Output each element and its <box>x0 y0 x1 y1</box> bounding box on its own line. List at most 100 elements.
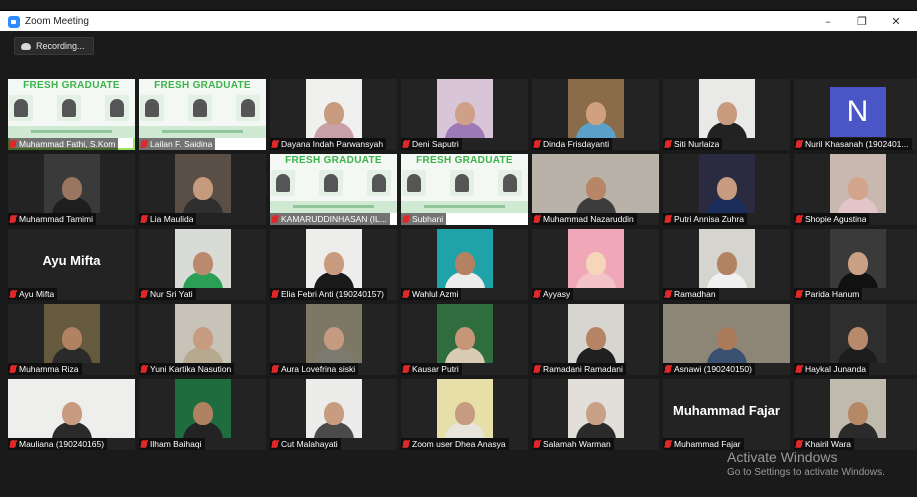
participant-tile[interactable]: Asnawi (190240150) <box>663 304 790 375</box>
participant-tile[interactable]: Ramadani Ramadani <box>532 304 659 375</box>
mic-muted-icon <box>272 440 278 448</box>
restore-button[interactable]: ❐ <box>845 11 879 32</box>
participant-name-bar: Asnawi (190240150) <box>663 363 755 375</box>
banner-photo-card <box>56 95 81 121</box>
participant-figure <box>444 98 485 138</box>
participant-tile[interactable]: Dayana Indah Parwansyah <box>270 79 397 150</box>
participant-head <box>454 402 475 425</box>
participant-tile[interactable]: Nur Sri Yati <box>139 229 266 300</box>
participant-tile[interactable]: Ramadhan <box>663 229 790 300</box>
minimize-button[interactable]: – <box>811 11 845 32</box>
participant-name: Nuril Khasanah (1902401... <box>805 139 909 149</box>
participant-tile[interactable]: Muhammad Nazaruddin <box>532 154 659 225</box>
participant-tile[interactable]: Haykal Junanda <box>794 304 917 375</box>
participant-name: Subhani <box>412 214 444 224</box>
participant-tile[interactable]: Ayu Mifta Ayu Mifta <box>8 229 135 300</box>
participant-figure <box>182 173 223 213</box>
banner-title: FRESH GRADUATE <box>285 155 382 166</box>
participant-tile[interactable]: Shopie Agustina <box>794 154 917 225</box>
gallery-view-grid: FRESH GRADUATE Muhammad Fathi, S.Kom FRESH… <box>8 79 917 450</box>
recording-indicator[interactable]: Recording... <box>14 37 94 55</box>
participant-head <box>323 402 344 425</box>
participant-tile[interactable]: Parida Hanum <box>794 229 917 300</box>
participant-tile[interactable]: Ilham Baihaqi <box>139 379 266 450</box>
participant-tile[interactable]: FRESH GRADUATE KAMARUDDINHASAN (IL... <box>270 154 397 225</box>
banner-photo-card <box>8 95 33 121</box>
participant-tile[interactable]: Lia Maulida <box>139 154 266 225</box>
participant-tile[interactable]: Dinda Frisdayanti <box>532 79 659 150</box>
participant-figure <box>313 98 354 138</box>
participant-tile[interactable]: Elia Febri Anti (190240157) <box>270 229 397 300</box>
participant-name-bar: Salamah Warman <box>532 438 614 450</box>
participant-tile[interactable]: Salamah Warman <box>532 379 659 450</box>
participant-tile[interactable]: Muhammad Fajar Muhammad Fajar <box>663 379 790 450</box>
title-bar: Zoom Meeting – ❐ ✕ <box>0 10 917 32</box>
participant-tile[interactable]: Yuni Kartika Nasution <box>139 304 266 375</box>
participant-video <box>43 154 100 213</box>
participant-name: Dayana Indah Parwansyah <box>281 139 384 149</box>
participant-tile[interactable]: Khairil Wara <box>794 379 917 450</box>
participant-name-bar: Parida Hanum <box>794 288 863 300</box>
participant-tile[interactable]: Wahlul Azmi <box>401 229 528 300</box>
banner-footer <box>8 126 135 138</box>
participant-tile[interactable]: Aura Lovefrina siski <box>270 304 397 375</box>
participant-figure <box>444 248 485 288</box>
participant-name: Shopie Agustina <box>805 214 867 224</box>
participant-tile[interactable]: Muhamma Riza <box>8 304 135 375</box>
watermark-title: Activate Windows <box>727 449 838 465</box>
participant-figure <box>837 398 878 438</box>
participant-name-bar: Subhani <box>401 213 447 225</box>
participant-figure <box>706 248 747 288</box>
participant-name: Salamah Warman <box>543 439 611 449</box>
participant-name: Wahlul Azmi <box>412 289 459 299</box>
participant-tile[interactable]: FRESH GRADUATE Muhammad Fathi, S.Kom <box>8 79 135 150</box>
participant-figure <box>575 248 616 288</box>
participant-tile[interactable]: Deni Saputri <box>401 79 528 150</box>
mic-muted-icon <box>796 440 802 448</box>
participant-tile[interactable]: Putri Annisa Zuhra <box>663 154 790 225</box>
participant-name: Dinda Frisdayanti <box>543 139 610 149</box>
participant-name-bar: Siti Nurlaiza <box>663 138 723 150</box>
participant-tile[interactable]: Siti Nurlaiza <box>663 79 790 150</box>
participant-tile[interactable]: Kausar Putri <box>401 304 528 375</box>
participant-tile[interactable]: FRESH GRADUATE Lailan F. Saidina <box>139 79 266 150</box>
mic-muted-icon <box>403 290 409 298</box>
participant-head <box>716 102 737 125</box>
participant-tile[interactable]: FRESH GRADUATE Subhani <box>401 154 528 225</box>
close-button[interactable]: ✕ <box>879 11 913 32</box>
participant-tile[interactable]: Ayyasy <box>532 229 659 300</box>
participant-tile[interactable]: Zoom user Dhea Anasya <box>401 379 528 450</box>
participant-video <box>698 229 755 288</box>
participant-name: Ayyasy <box>543 289 571 299</box>
participant-name: Ramadhan <box>674 289 716 299</box>
participant-name: Aura Lovefrina siski <box>281 364 356 374</box>
banner-photo-card <box>498 170 523 196</box>
participant-name-bar: KAMARUDDINHASAN (IL... <box>270 213 390 225</box>
participant-name: Deni Saputri <box>412 139 459 149</box>
fresh-graduate-banner: FRESH GRADUATE <box>401 154 528 213</box>
participant-head <box>716 177 737 200</box>
participant-figure <box>182 248 223 288</box>
participant-name: Haykal Junanda <box>805 364 866 374</box>
participant-name-bar: Lailan F. Saidina <box>139 138 216 150</box>
participant-name: Khairil Wara <box>805 439 851 449</box>
participant-tile[interactable]: Cut Malahayati <box>270 379 397 450</box>
participant-figure <box>51 173 92 213</box>
zoom-logo-icon <box>8 15 20 28</box>
participant-tile[interactable]: Mauliana (190240165) <box>8 379 135 450</box>
participant-name-bar: Putri Annisa Zuhra <box>663 213 747 225</box>
mic-muted-icon <box>665 290 671 298</box>
mic-muted-icon <box>796 140 802 148</box>
participant-figure <box>182 398 223 438</box>
participant-video <box>567 229 624 288</box>
participant-tile[interactable]: N Nuril Khasanah (1902401... <box>794 79 917 150</box>
participant-name-bar: Ramadani Ramadani <box>532 363 626 375</box>
participant-tile[interactable]: Muhammad Tamimi <box>8 154 135 225</box>
participant-figure <box>837 173 878 213</box>
participant-name-bar: Ayu Mifta <box>8 288 58 300</box>
participant-video <box>829 379 886 438</box>
participant-name: Mauliana (190240165) <box>19 439 105 449</box>
participant-video <box>436 379 493 438</box>
mic-muted-icon <box>534 365 540 373</box>
participant-figure <box>313 248 354 288</box>
